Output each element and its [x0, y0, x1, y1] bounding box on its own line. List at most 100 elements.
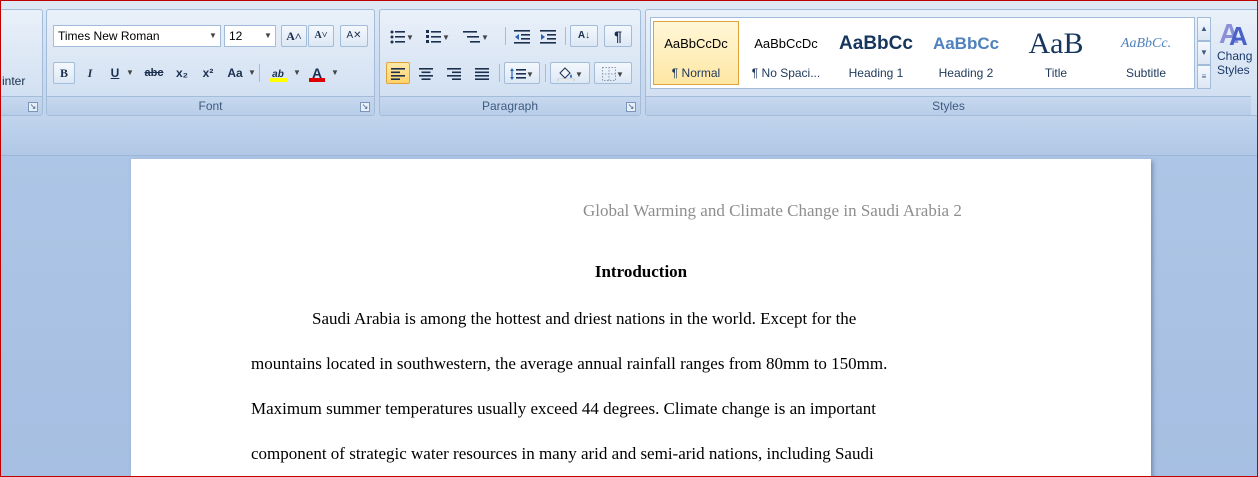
- style-heading-1[interactable]: AaBbCc Heading 1: [833, 21, 919, 85]
- style-name: Heading 1: [848, 66, 904, 80]
- align-left-button[interactable]: [386, 62, 410, 84]
- ribbon: inter ↘ Times New Roman ▼ 12 ▼ A˄ A˅ A✕ …: [1, 1, 1257, 120]
- align-right-button[interactable]: [442, 62, 466, 84]
- align-center-button[interactable]: [414, 62, 438, 84]
- paragraph-dialog-launcher-icon[interactable]: ↘: [626, 102, 636, 112]
- document-area: Global Warming and Climate Change in Sau…: [1, 119, 1257, 476]
- chevron-down-icon[interactable]: ▼: [442, 33, 450, 42]
- style-sample: AaB: [1028, 28, 1084, 60]
- borders-icon: [602, 66, 617, 81]
- show-hide-marks-button[interactable]: ¶: [604, 25, 632, 47]
- style-sample: AaBbCc.: [1120, 36, 1172, 51]
- change-styles-icon: A A: [1219, 18, 1248, 49]
- chevron-down-icon[interactable]: ▼: [526, 70, 534, 79]
- style-heading-2[interactable]: AaBbCc Heading 2: [923, 21, 1009, 85]
- font-size-combo[interactable]: 12 ▼: [224, 25, 276, 47]
- subscript-button[interactable]: x₂: [171, 62, 193, 84]
- grow-font-button[interactable]: A˄: [281, 25, 307, 47]
- sort-button[interactable]: A↓: [570, 25, 598, 47]
- style-normal[interactable]: AaBbCcDc ¶ Normal: [653, 21, 739, 85]
- chevron-down-icon[interactable]: ▼: [331, 68, 339, 77]
- increase-indent-button[interactable]: [536, 25, 560, 47]
- gallery-scroll-down-icon[interactable]: ▼: [1197, 41, 1211, 65]
- style-sample: AaBbCc: [932, 34, 1000, 53]
- paragraph-group-label: Paragraph: [380, 96, 640, 115]
- change-styles-label-1: Chang: [1217, 49, 1253, 63]
- style-name: ¶ Normal: [671, 66, 721, 80]
- chevron-down-icon[interactable]: ▼: [126, 68, 134, 77]
- align-right-icon: [447, 67, 461, 80]
- toolbar-separator: [545, 64, 546, 82]
- clear-formatting-button[interactable]: A✕: [340, 25, 368, 47]
- toolbar-separator: [565, 27, 566, 45]
- highlight-button[interactable]: ab: [265, 62, 291, 84]
- decrease-indent-button[interactable]: [510, 25, 534, 47]
- underline-button[interactable]: U: [105, 62, 125, 84]
- body-line[interactable]: Saudi Arabia is among the hottest and dr…: [312, 309, 856, 329]
- style-sample: AaBbCcDc: [664, 36, 728, 51]
- multilevel-list-button[interactable]: ▼: [458, 25, 494, 47]
- style-title[interactable]: AaB Title: [1013, 21, 1099, 85]
- gallery-scroll-up-icon[interactable]: ▲: [1197, 17, 1211, 41]
- body-line[interactable]: component of strategic water resources i…: [251, 444, 874, 464]
- change-case-button[interactable]: Aa: [223, 62, 247, 84]
- gallery-more-icon[interactable]: ≡: [1197, 65, 1211, 89]
- chevron-down-icon[interactable]: ▼: [206, 26, 220, 46]
- style-name: Title: [1044, 66, 1068, 80]
- italic-button[interactable]: I: [79, 62, 101, 84]
- font-name-combo[interactable]: Times New Roman ▼: [53, 25, 221, 47]
- font-color-button[interactable]: A: [305, 62, 329, 84]
- svg-text:A: A: [1229, 21, 1248, 49]
- superscript-button[interactable]: x²: [197, 62, 219, 84]
- increase-indent-icon: [540, 29, 556, 44]
- line-spacing-button[interactable]: ▼: [504, 62, 540, 84]
- bullets-icon: [390, 30, 406, 44]
- numbering-button[interactable]: ▼: [422, 25, 454, 47]
- numbering-icon: [426, 29, 442, 43]
- style-name: ¶ No Spaci...: [751, 66, 821, 80]
- font-group-label: Font: [47, 96, 374, 115]
- bold-button[interactable]: B: [53, 62, 75, 84]
- style-name: Heading 2: [938, 66, 994, 80]
- align-left-icon: [391, 67, 405, 80]
- chevron-down-icon[interactable]: ▼: [248, 68, 256, 77]
- line-spacing-icon: [510, 67, 527, 80]
- body-line[interactable]: Maximum summer temperatures usually exce…: [251, 399, 876, 419]
- section-heading[interactable]: Introduction: [131, 262, 1151, 282]
- paint-bucket-icon: [557, 67, 575, 82]
- style-sample: AaBbCcDc: [754, 36, 818, 51]
- font-group: Times New Roman ▼ 12 ▼ A˄ A˅ A✕ B I U ▼ …: [46, 9, 375, 116]
- font-color-bar: [309, 78, 325, 82]
- font-size-value: 12: [229, 29, 243, 43]
- body-line[interactable]: mountains located in southwestern, the a…: [251, 354, 887, 374]
- align-center-icon: [419, 67, 433, 80]
- chevron-down-icon[interactable]: ▼: [293, 68, 301, 77]
- chevron-down-icon[interactable]: ▼: [481, 33, 489, 42]
- style-no-spacing[interactable]: AaBbCcDc ¶ No Spaci...: [743, 21, 829, 85]
- shrink-font-button[interactable]: A˅: [308, 25, 334, 47]
- page-header[interactable]: Global Warming and Climate Change in Sau…: [583, 201, 962, 221]
- justify-icon: [475, 67, 489, 80]
- shading-button[interactable]: ▼: [550, 62, 590, 84]
- change-styles-button[interactable]: A A Chang Styles: [1215, 17, 1257, 93]
- format-painter-button[interactable]: inter: [2, 74, 25, 88]
- style-name: Subtitle: [1125, 66, 1167, 80]
- chevron-down-icon[interactable]: ▼: [575, 70, 583, 79]
- style-subtitle[interactable]: AaBbCc. Subtitle: [1103, 21, 1189, 85]
- bullets-button[interactable]: ▼: [386, 25, 418, 47]
- chevron-down-icon[interactable]: ▼: [616, 70, 624, 79]
- word-window: inter ↘ Times New Roman ▼ 12 ▼ A˄ A˅ A✕ …: [0, 0, 1258, 477]
- clipboard-dialog-launcher-icon[interactable]: ↘: [28, 102, 38, 112]
- strikethrough-button[interactable]: abc: [139, 62, 169, 84]
- font-dialog-launcher-icon[interactable]: ↘: [360, 102, 370, 112]
- chevron-down-icon[interactable]: ▼: [406, 33, 414, 42]
- multilevel-list-icon: [463, 30, 481, 43]
- font-name-value: Times New Roman: [58, 29, 160, 43]
- chevron-down-icon[interactable]: ▼: [261, 26, 275, 46]
- toolbar-separator: [499, 64, 500, 82]
- borders-button[interactable]: ▼: [594, 62, 632, 84]
- document-page[interactable]: Global Warming and Climate Change in Sau…: [131, 159, 1151, 476]
- toolbar-separator: [259, 64, 260, 82]
- paragraph-group: ▼ ▼ ▼ A↓ ¶ ▼ ▼ ▼ Paragraph ↘: [379, 9, 641, 116]
- justify-button[interactable]: [470, 62, 494, 84]
